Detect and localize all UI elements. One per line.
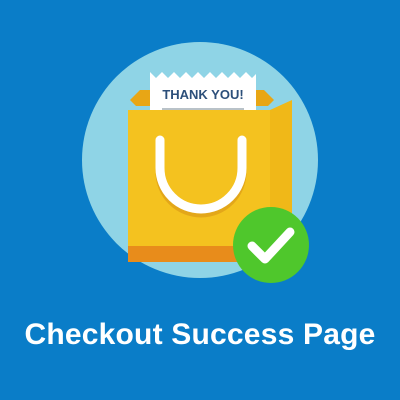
checkout-success-banner: THANK YOU! Checkout Success Page	[0, 0, 400, 400]
page-title: Checkout Success Page	[24, 318, 376, 351]
checkout-illustration: THANK YOU!	[82, 42, 318, 283]
check-badge	[233, 207, 309, 283]
receipt-line	[162, 108, 244, 110]
receipt-text: THANK YOU!	[162, 87, 243, 102]
checkmark-icon	[233, 207, 309, 283]
